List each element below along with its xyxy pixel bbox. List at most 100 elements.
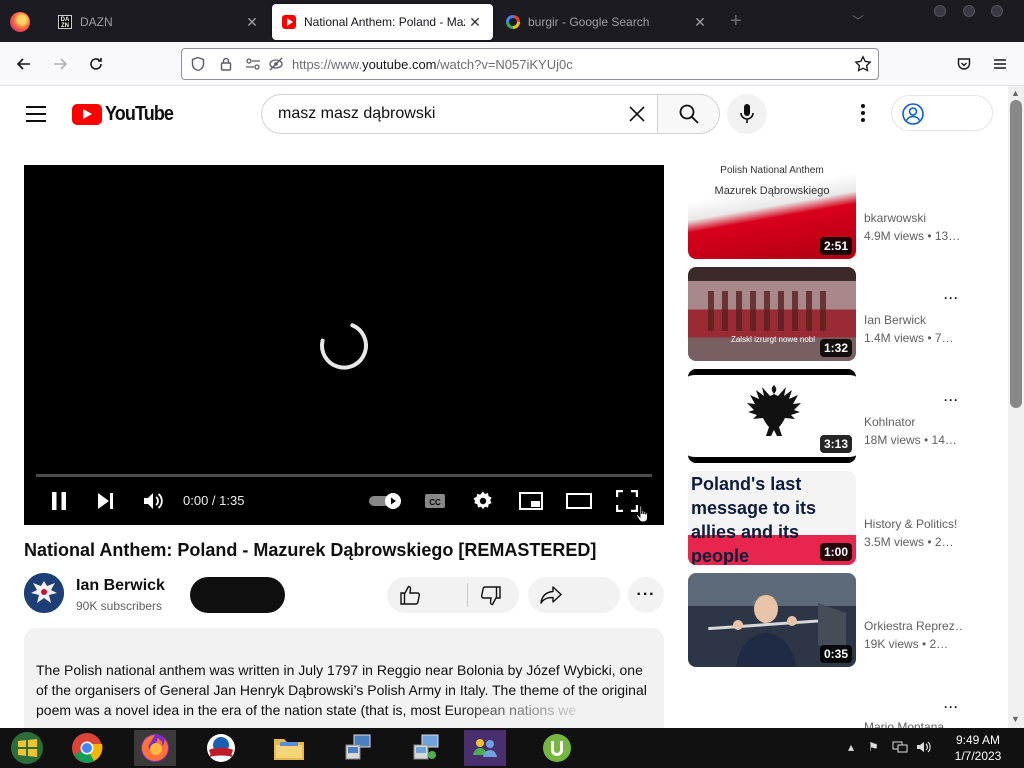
theater-mode-button[interactable]: [564, 487, 594, 515]
voice-search-button[interactable]: [727, 94, 767, 134]
dislike-button[interactable]: [480, 586, 502, 611]
network-status-icon[interactable]: [892, 740, 908, 757]
like-button[interactable]: [399, 585, 421, 610]
taskbar-utorrent[interactable]: [536, 730, 578, 766]
reload-icon[interactable]: [82, 50, 110, 78]
page-scrollbar[interactable]: ▲ ▼: [1008, 86, 1024, 728]
more-options-icon[interactable]: ···: [944, 393, 959, 407]
new-tab-icon[interactable]: +: [730, 10, 742, 33]
video-thumbnail[interactable]: Polish National Anthem Mazurek Dąbrowski…: [688, 165, 856, 259]
taskbar-firefox[interactable]: [134, 730, 176, 766]
tab-youtube[interactable]: National Anthem: Poland - Mazurek Dąbrow…: [272, 4, 493, 40]
show-hidden-icons-arrow[interactable]: ▴: [848, 740, 854, 754]
recommended-channel[interactable]: Orkiestra Reprez…: [864, 619, 962, 633]
taskbar-network-app[interactable]: [404, 730, 446, 766]
recommended-channel[interactable]: Ian Berwick: [864, 313, 962, 327]
navigation-toolbar: https://www.youtube.com/watch?v=N057iKYU…: [0, 42, 1024, 86]
clock-date: 1/7/2023: [954, 749, 1002, 763]
close-window-button[interactable]: [991, 5, 1003, 17]
share-button[interactable]: [528, 577, 620, 613]
video-player[interactable]: 0:00 / 1:35 CC: [24, 165, 664, 525]
settings-button[interactable]: [468, 487, 498, 515]
action-center-flag-icon[interactable]: ⚑: [868, 740, 879, 754]
search-query[interactable]: masz masz dąbrowski: [278, 105, 435, 123]
recommended-video[interactable]: 3:13 ··· Kohlnator 18M views • 14…: [688, 369, 988, 463]
autoplay-toggle[interactable]: [366, 487, 406, 515]
list-all-tabs-icon[interactable]: ﹀: [852, 12, 864, 29]
start-button[interactable]: [6, 730, 48, 766]
pocket-icon[interactable]: [950, 50, 978, 78]
channel-avatar[interactable]: [24, 573, 64, 613]
taskbar-users-app[interactable]: [464, 730, 506, 766]
pause-button[interactable]: [44, 487, 74, 515]
remote-desktop-icon: [345, 734, 371, 760]
miniplayer-button[interactable]: [516, 487, 546, 515]
video-thumbnail[interactable]: 3:13: [688, 369, 856, 463]
firefox-menu-icon[interactable]: [10, 12, 30, 32]
next-button[interactable]: [90, 487, 120, 515]
clear-search-icon[interactable]: [623, 101, 651, 129]
tab-dazn[interactable]: DA ZN DAZN ✕: [48, 4, 270, 40]
url-bar[interactable]: https://www.youtube.com/watch?v=N057iKYU…: [181, 48, 879, 80]
taskbar-file-explorer[interactable]: [268, 730, 310, 766]
settings-more-icon[interactable]: [858, 104, 868, 124]
recommended-video[interactable]: Polish National Anthem Mazurek Dąbrowski…: [688, 165, 988, 259]
forward-arrow-icon[interactable]: [46, 50, 74, 78]
taskbar-clock[interactable]: 9:49 AM 1/7/2023: [946, 732, 1010, 764]
more-options-icon[interactable]: ···: [944, 291, 959, 305]
subtitles-button[interactable]: CC: [420, 487, 450, 515]
taskbar-chrome[interactable]: [66, 730, 108, 766]
close-tab-icon[interactable]: ✕: [465, 14, 485, 31]
time-display: 0:00 / 1:35: [183, 493, 245, 508]
volume-tray-icon[interactable]: [916, 740, 932, 757]
url-text[interactable]: https://www.youtube.com/watch?v=N057iKYU…: [292, 57, 573, 72]
recommended-channel[interactable]: bkarwowski: [864, 211, 962, 225]
permissions-icon[interactable]: [244, 56, 262, 75]
thumbnail-text: Mazurek Dąbrowskiego: [714, 185, 830, 197]
bookmark-star-icon[interactable]: [854, 55, 872, 76]
recommended-channel[interactable]: Mario Montana: [864, 720, 962, 728]
hamburger-menu-icon[interactable]: [26, 106, 46, 122]
miniplayer-icon: [519, 492, 543, 510]
video-thumbnail[interactable]: Zalskl izrurgt nowe nobl 1:32: [688, 267, 856, 361]
youtube-logo[interactable]: YouTube: [72, 103, 181, 126]
sign-in-button[interactable]: [891, 95, 993, 131]
google-icon: [506, 15, 520, 29]
video-thumbnail[interactable]: Poland's last message to its allies and …: [688, 471, 856, 565]
users-group-icon: [473, 739, 497, 757]
tab-google[interactable]: burgir - Google Search ✕: [496, 4, 718, 40]
video-thumbnail[interactable]: 0:35: [688, 573, 856, 667]
progress-bar[interactable]: [36, 474, 652, 477]
taskbar-obama-logo[interactable]: [200, 730, 242, 766]
share-arrow-icon: [540, 586, 562, 604]
more-options-icon[interactable]: ···: [944, 700, 959, 714]
mute-button[interactable]: [138, 487, 168, 515]
theater-mode-icon: [566, 493, 592, 509]
maximize-window-button[interactable]: [963, 5, 975, 17]
subscribe-button[interactable]: [190, 577, 285, 613]
search-button[interactable]: [657, 94, 720, 134]
description-box[interactable]: The Polish national anthem was written i…: [24, 628, 664, 738]
recommended-video[interactable]: Poland's last message to its allies and …: [688, 471, 988, 565]
scrollbar-thumb[interactable]: [1010, 100, 1022, 408]
close-tab-icon[interactable]: ✕: [690, 14, 710, 31]
shield-icon[interactable]: [190, 56, 206, 75]
recommended-video[interactable]: 0:35 Orkiestra Reprez… 19K views • 2…: [688, 573, 988, 667]
app-menu-icon[interactable]: [986, 50, 1014, 78]
taskbar-remote-desktop[interactable]: [336, 730, 378, 766]
recommended-channel[interactable]: Kohlnator: [864, 415, 962, 429]
scroll-down-arrow-icon[interactable]: ▼: [1011, 714, 1020, 724]
lock-icon[interactable]: [218, 56, 234, 75]
tracking-protection-icon[interactable]: [268, 56, 284, 75]
recommended-video[interactable]: ··· Mario Montana: [688, 700, 988, 728]
scroll-up-arrow-icon[interactable]: ▲: [1011, 88, 1020, 98]
recommended-video[interactable]: Zalskl izrurgt nowe nobl 1:32 ··· Ian Be…: [688, 267, 988, 361]
channel-name[interactable]: Ian Berwick: [76, 577, 165, 595]
minimize-window-button[interactable]: [934, 5, 946, 17]
close-tab-icon[interactable]: ✕: [242, 14, 262, 31]
back-arrow-icon[interactable]: [10, 50, 38, 78]
windows-start-icon: [11, 732, 43, 764]
search-input[interactable]: masz masz dąbrowski: [261, 94, 657, 134]
recommended-channel[interactable]: History & Politics!: [864, 517, 962, 531]
more-actions-button[interactable]: ···: [628, 577, 664, 613]
